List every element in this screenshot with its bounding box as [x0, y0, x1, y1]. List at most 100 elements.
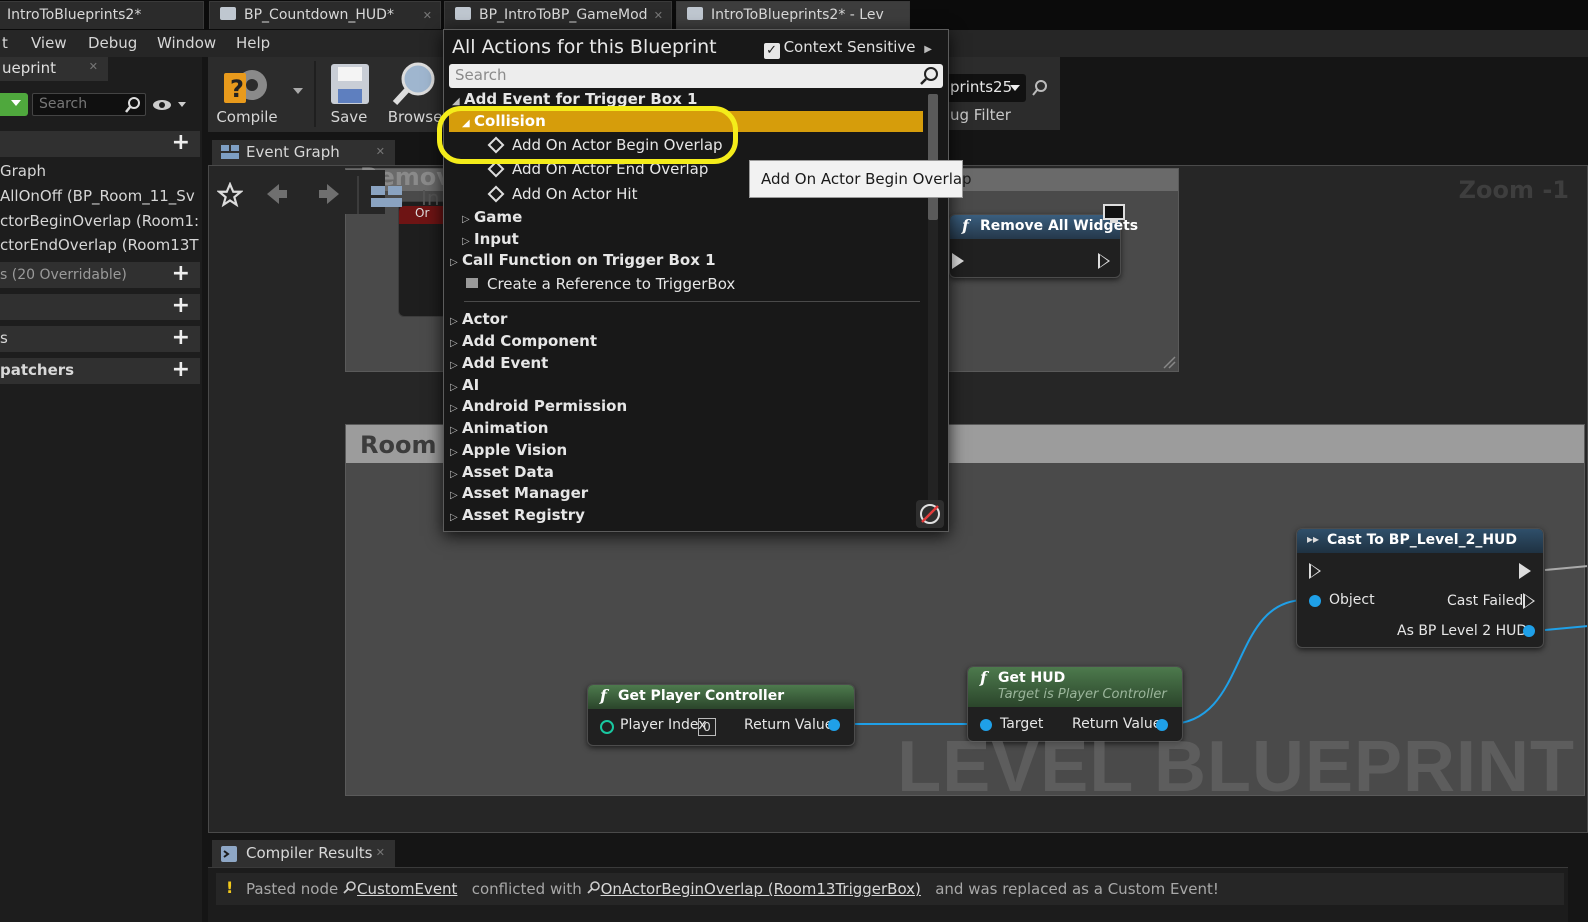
- context-sensitive-label: Context Sensitive: [783, 38, 916, 56]
- category-call-function[interactable]: ▷ Call Function on Trigger Box 1: [450, 251, 716, 273]
- action-add-on-actor-hit[interactable]: Add On Actor Hit: [487, 185, 637, 207]
- player-index-pin[interactable]: [600, 720, 614, 734]
- action-tooltip: Add On Actor Begin Overlap: [749, 160, 972, 198]
- category-add-event[interactable]: ▷ Add Event: [450, 354, 548, 376]
- my-blueprint-tab[interactable]: ueprint ✕: [0, 57, 108, 81]
- menu-view[interactable]: View: [31, 34, 67, 52]
- custom-event-link[interactable]: CustomEvent: [357, 880, 457, 898]
- variables-section-header[interactable]: s +: [0, 326, 200, 352]
- exec-in-pin[interactable]: [1309, 563, 1321, 579]
- panel-tab-label: ueprint: [2, 59, 56, 77]
- add-function-icon[interactable]: +: [172, 262, 190, 286]
- overlap-event-link[interactable]: OnActorBeginOverlap (Room13TriggerBox): [601, 880, 921, 898]
- debug-object-select[interactable]: prints25: [948, 74, 1026, 102]
- tab-label: IntroToBlueprints2*: [7, 7, 142, 23]
- collapsed-arrow-icon: ▷: [450, 257, 458, 268]
- category-animation[interactable]: ▷ Animation: [450, 419, 548, 441]
- category-label: AI: [462, 376, 480, 394]
- category-apple-vision[interactable]: ▷ Apple Vision: [450, 441, 567, 463]
- list-item[interactable]: ctorEndOverlap (Room13T: [0, 236, 200, 254]
- compiler-message-row: ! Pasted node CustomEvent conflicted wit…: [216, 873, 1564, 905]
- menu-window[interactable]: Window: [157, 34, 216, 52]
- category-input[interactable]: ▷ Input: [462, 230, 519, 252]
- action-create-reference[interactable]: Create a Reference to TriggerBox: [466, 275, 735, 297]
- category-label: Apple Vision: [462, 441, 568, 459]
- scrollbar-thumb[interactable]: [928, 94, 938, 220]
- event-graph-label: Event Graph: [246, 143, 340, 161]
- cast-to-level2-hud-node[interactable]: ▸▸ Cast To BP_Level_2_HUD Object Cast Fa…: [1296, 528, 1544, 648]
- return-value-label: Return Value: [744, 717, 834, 733]
- macros-section-header[interactable]: +: [0, 294, 200, 320]
- context-sensitive-toggle[interactable]: ✓ Context Sensitive ▶: [763, 38, 932, 59]
- dispatchers-section-header[interactable]: patchers +: [0, 358, 200, 384]
- exec-out-pin[interactable]: [1519, 563, 1531, 579]
- cast-arrows-icon: ▸▸: [1307, 532, 1320, 546]
- category-label: Input: [474, 230, 519, 248]
- category-actor[interactable]: ▷ Actor: [450, 310, 507, 332]
- refresh-disabled-icon[interactable]: [916, 500, 944, 528]
- category-add-component[interactable]: ▷ Add Component: [450, 332, 597, 354]
- category-label: Add Component: [462, 332, 597, 350]
- checkbox-checked-icon[interactable]: ✓: [763, 43, 780, 59]
- close-tab-icon[interactable]: ✕: [423, 2, 432, 29]
- blueprint-icon: [220, 7, 236, 20]
- return-value-pin[interactable]: [828, 719, 840, 731]
- category-asset-registry[interactable]: ▷ Asset Registry: [450, 506, 585, 528]
- as-hud-output-pin[interactable]: [1523, 625, 1535, 637]
- tab-intro-to-blueprints[interactable]: IntroToBlueprints2*: [0, 1, 204, 29]
- graphs-section-header[interactable]: +: [0, 131, 200, 157]
- object-input-pin[interactable]: [1309, 595, 1321, 607]
- function-icon: f: [980, 668, 987, 687]
- close-tab-icon[interactable]: ✕: [654, 2, 663, 29]
- compile-button[interactable]: ? Compile: [212, 59, 282, 129]
- object-pin-label: Object: [1329, 592, 1375, 608]
- category-asset-data[interactable]: ▷ Asset Data: [450, 463, 554, 485]
- event-graph-tab[interactable]: Event Graph ✕: [212, 140, 395, 165]
- category-label: Animation: [462, 419, 549, 437]
- save-button[interactable]: Save: [314, 59, 384, 129]
- get-player-controller-node[interactable]: f Get Player Controller Player Index 0 R…: [587, 684, 855, 746]
- find-debug-object-icon[interactable]: [1032, 79, 1048, 97]
- collapsed-arrow-icon: ▷: [450, 360, 458, 371]
- compiler-results-tab[interactable]: Compiler Results ✕: [212, 840, 395, 867]
- save-icon: [331, 64, 369, 104]
- add-variable-icon[interactable]: +: [172, 326, 190, 350]
- menu-help[interactable]: Help: [236, 34, 270, 52]
- compiler-results-label: Compiler Results: [246, 844, 373, 862]
- dispatchers-label: patchers: [0, 361, 75, 379]
- add-new-button[interactable]: [0, 93, 28, 116]
- category-label: Game: [474, 208, 523, 226]
- add-dispatcher-icon[interactable]: +: [172, 358, 190, 382]
- close-icon[interactable]: ✕: [376, 846, 385, 859]
- compile-options-chevron-icon[interactable]: [292, 87, 304, 95]
- visibility-eye-icon[interactable]: [152, 97, 188, 113]
- add-graph-icon[interactable]: +: [172, 131, 190, 155]
- add-macro-icon[interactable]: +: [172, 294, 190, 318]
- collapsed-arrow-icon: ▷: [450, 382, 458, 393]
- chevron-down-icon: [1010, 85, 1020, 91]
- category-ai[interactable]: ▷ AI: [450, 376, 479, 398]
- player-index-field[interactable]: 0: [698, 718, 716, 736]
- action-search-input[interactable]: Search: [449, 64, 943, 88]
- tab-gamemode[interactable]: BP_IntroToBP_GameMod ✕: [444, 1, 672, 29]
- panel-search-input[interactable]: Search: [32, 93, 146, 116]
- close-icon[interactable]: ✕: [376, 145, 385, 158]
- tab-countdown-hud[interactable]: BP_Countdown_HUD* ✕: [209, 1, 441, 29]
- menu-debug[interactable]: Debug: [88, 34, 137, 52]
- functions-section-header[interactable]: s (20 Overridable) +: [0, 262, 200, 288]
- tab-level-blueprint[interactable]: IntroToBlueprints2* - Lev: [676, 1, 910, 29]
- collapsed-arrow-icon: ▷: [462, 236, 470, 247]
- document-tab-bar: IntroToBlueprints2* BP_Countdown_HUD* ✕ B…: [0, 0, 1588, 30]
- close-icon[interactable]: ✕: [89, 60, 98, 73]
- category-android-permission[interactable]: ▷ Android Permission: [450, 397, 627, 419]
- chevron-down-icon: [11, 100, 21, 106]
- category-asset-manager[interactable]: ▷ Asset Manager: [450, 484, 588, 506]
- reference-icon: [466, 278, 478, 288]
- list-item[interactable]: AllOnOff (BP_Room_11_Sv: [0, 187, 200, 205]
- list-item[interactable]: ctorBeginOverlap (Room1:: [0, 212, 200, 230]
- search-icon: [125, 97, 140, 113]
- category-game[interactable]: ▷ Game: [462, 208, 522, 230]
- cast-failed-exec-pin[interactable]: [1523, 593, 1535, 609]
- list-item[interactable]: Graph: [0, 162, 200, 180]
- menu-file[interactable]: t: [2, 34, 8, 52]
